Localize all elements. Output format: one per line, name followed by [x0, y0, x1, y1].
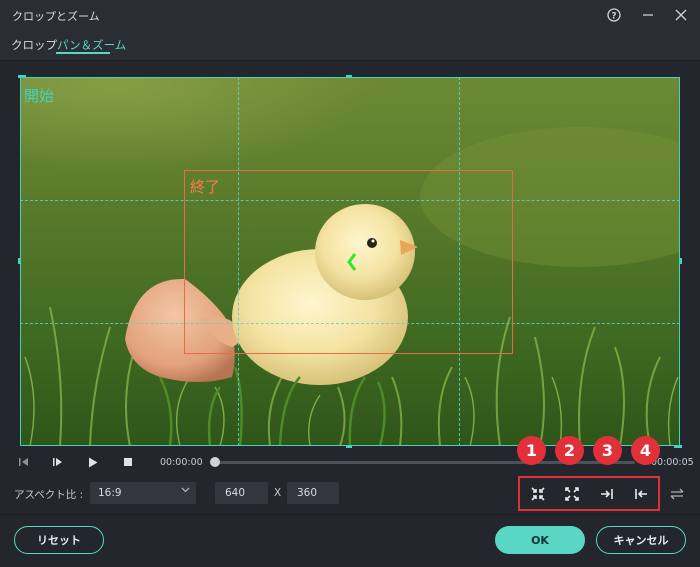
annotation-badge-3: 3	[593, 436, 622, 465]
reset-button[interactable]: リセット	[14, 526, 104, 554]
corner-handle[interactable]	[674, 445, 682, 448]
tab-pan-zoom[interactable]: パン＆ズーム	[57, 37, 126, 53]
cancel-button[interactable]: キャンセル	[596, 526, 686, 554]
dimension-separator: X	[274, 487, 282, 499]
resize-handle[interactable]	[346, 445, 352, 448]
start-label: 開始	[24, 87, 55, 105]
width-field[interactable]: 640	[215, 482, 268, 504]
tab-crop[interactable]: クロップ	[11, 37, 57, 53]
stop-icon[interactable]	[120, 454, 136, 470]
fill-icon[interactable]	[562, 484, 582, 504]
timeline-playhead[interactable]	[210, 457, 220, 467]
title-bar: クロップとズーム ?	[0, 0, 700, 30]
end-to-start-icon[interactable]	[597, 484, 617, 504]
play-frame-icon[interactable]	[50, 454, 66, 470]
window-title: クロップとズーム	[12, 10, 100, 23]
step-back-icon[interactable]	[16, 454, 32, 470]
close-icon[interactable]	[670, 5, 692, 25]
annotation-badge-2: 2	[555, 436, 584, 465]
corner-handle[interactable]	[18, 75, 26, 78]
minimize-icon[interactable]	[637, 5, 659, 25]
resize-handle[interactable]	[346, 75, 352, 78]
annotation-badge-4: 4	[631, 436, 660, 465]
current-time: 00:00:00	[160, 457, 203, 468]
help-icon[interactable]: ?	[603, 5, 625, 25]
fit-icon[interactable]	[528, 484, 548, 504]
swap-icon[interactable]	[668, 484, 686, 504]
footer-divider	[0, 514, 700, 515]
aspect-ratio-label: アスペクト比 :	[14, 489, 84, 501]
resize-handle[interactable]	[679, 258, 682, 264]
play-icon[interactable]	[85, 454, 101, 470]
end-label: 終了	[190, 178, 221, 196]
annotation-badge-1: 1	[517, 436, 546, 465]
svg-text:?: ?	[611, 12, 616, 22]
tab-bar: クロップ パン＆ズーム	[0, 30, 700, 61]
aspect-ratio-value: 16:9	[98, 487, 122, 499]
active-tab-indicator	[56, 52, 110, 54]
start-to-end-icon[interactable]	[631, 484, 651, 504]
end-frame[interactable]	[184, 170, 513, 354]
height-field[interactable]: 360	[287, 482, 339, 504]
ok-button[interactable]: OK	[495, 526, 585, 554]
aspect-ratio-select[interactable]: 16:9	[90, 482, 196, 504]
resize-handle[interactable]	[18, 258, 21, 264]
chevron-down-icon	[181, 485, 190, 497]
